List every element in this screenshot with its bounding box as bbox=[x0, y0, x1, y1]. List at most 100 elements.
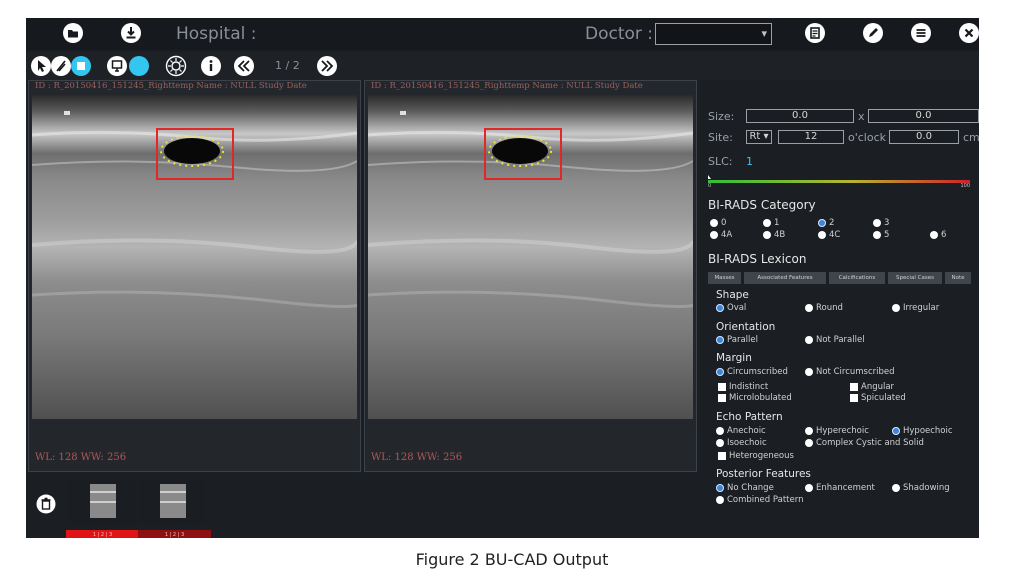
ultrasound-panel-right[interactable]: ID : R_20150416_151245_Righttemp Name : … bbox=[364, 80, 697, 472]
category-radio-4c[interactable]: 4C bbox=[818, 230, 840, 240]
shape-radio-oval[interactable]: Oval bbox=[716, 303, 746, 313]
site-distance-field[interactable]: 0.0 bbox=[889, 130, 959, 144]
category-radio-4a[interactable]: 4A bbox=[710, 230, 732, 240]
shape-title: Shape bbox=[716, 289, 749, 301]
category-radio-4b[interactable]: 4B bbox=[763, 230, 785, 240]
radio-icon bbox=[805, 439, 813, 447]
tab-special-cases[interactable]: Special Cases bbox=[888, 272, 942, 284]
print-icon[interactable] bbox=[804, 22, 826, 44]
close-icon[interactable] bbox=[958, 22, 979, 44]
radio-icon bbox=[805, 368, 813, 376]
cad-analyze-icon[interactable] bbox=[128, 55, 150, 77]
caliper-tool-icon[interactable] bbox=[50, 55, 72, 77]
margin-check-microlobulated[interactable]: Microlobulated bbox=[718, 393, 792, 403]
thumbnail-2[interactable] bbox=[138, 480, 206, 524]
echo-pattern-title: Echo Pattern bbox=[716, 411, 783, 423]
size-label: Size: bbox=[708, 110, 735, 123]
category-radio-0[interactable]: 0 bbox=[710, 218, 726, 228]
category-radio-3[interactable]: 3 bbox=[873, 218, 889, 228]
checkbox-icon bbox=[718, 383, 726, 391]
pointer-tool-icon[interactable] bbox=[30, 55, 52, 77]
scale-min-label: 0 bbox=[708, 183, 712, 189]
previous-page-icon[interactable] bbox=[233, 55, 255, 77]
site-label: Site: bbox=[708, 131, 733, 144]
category-radio-2[interactable]: 2 bbox=[818, 218, 834, 228]
ultrasound-image[interactable] bbox=[32, 95, 357, 439]
tab-calcifications[interactable]: Calcifications bbox=[829, 272, 885, 284]
radio-icon bbox=[892, 484, 900, 492]
orientation-radio-parallel[interactable]: Parallel bbox=[716, 335, 758, 345]
tab-associated-features[interactable]: Associated Features bbox=[744, 272, 826, 284]
size-width-field[interactable]: 0.0 bbox=[746, 109, 854, 123]
size-height-field[interactable]: 0.0 bbox=[868, 109, 979, 123]
site-side-select[interactable]: Rt ▾ bbox=[746, 130, 772, 144]
echo-radio-isoechoic[interactable]: Isoechoic bbox=[716, 438, 767, 448]
posterior-radio-combined-pattern[interactable]: Combined Pattern bbox=[716, 495, 803, 505]
monitor-icon[interactable] bbox=[106, 55, 128, 77]
margin-radio-circumscribed[interactable]: Circumscribed bbox=[716, 367, 788, 377]
figure-caption: Figure 2 BU-CAD Output bbox=[415, 550, 609, 569]
radio-icon bbox=[763, 219, 771, 227]
category-radio-6[interactable]: 6 bbox=[930, 230, 946, 240]
window-level-text: WL: 128 WW: 256 bbox=[35, 452, 127, 463]
radio-selected-icon bbox=[716, 368, 724, 376]
download-icon[interactable] bbox=[120, 22, 142, 44]
open-folder-icon[interactable] bbox=[62, 22, 84, 44]
tool-bar: 1 / 2 bbox=[26, 52, 979, 80]
margin-radio-not-circumscribed[interactable]: Not Circumscribed bbox=[805, 367, 895, 377]
margin-check-angular[interactable]: Angular bbox=[850, 382, 894, 392]
posterior-features-title: Posterior Features bbox=[716, 468, 811, 480]
birads-category-title: BI-RADS Category bbox=[708, 198, 816, 212]
category-radio-1[interactable]: 1 bbox=[763, 218, 779, 228]
ultrasound-image[interactable] bbox=[368, 95, 693, 439]
posterior-radio-enhancement[interactable]: Enhancement bbox=[805, 483, 875, 493]
top-bar: Hospital : Doctor : ▾ bbox=[26, 18, 979, 50]
next-page-icon[interactable] bbox=[316, 55, 338, 77]
info-icon[interactable] bbox=[200, 55, 222, 77]
tab-masses[interactable]: Masses bbox=[708, 272, 741, 284]
shape-radio-round[interactable]: Round bbox=[805, 303, 843, 313]
site-clock-field[interactable]: 12 bbox=[778, 130, 844, 144]
margin-check-indistinct[interactable]: Indistinct bbox=[718, 382, 768, 392]
bu-cad-window: Hospital : Doctor : ▾ 1 / 2 ID: R_20150… bbox=[26, 18, 979, 538]
edit-icon[interactable] bbox=[862, 22, 884, 44]
clock-label: o'clock bbox=[848, 131, 887, 144]
radio-icon bbox=[805, 304, 813, 312]
menu-icon[interactable] bbox=[910, 22, 932, 44]
thumbnail-1[interactable] bbox=[68, 480, 136, 524]
radio-selected-icon bbox=[716, 336, 724, 344]
trash-icon[interactable] bbox=[36, 494, 56, 514]
scale-max-label: 100 bbox=[960, 183, 970, 189]
hospital-label: Hospital : bbox=[176, 24, 257, 44]
margin-check-spiculated[interactable]: Spiculated bbox=[850, 393, 906, 403]
echo-radio-anechoic[interactable]: Anechoic bbox=[716, 426, 766, 436]
roi-tool-icon[interactable] bbox=[70, 55, 92, 77]
echo-radio-hypoechoic[interactable]: Hypoechoic bbox=[892, 426, 953, 436]
radio-icon bbox=[805, 427, 813, 435]
info-panel: Size: 0.0 x 0.0 Site: Rt ▾ 12 o'clock 0.… bbox=[705, 80, 979, 538]
thumbnail-1-bar[interactable]: 1 | 2 | 3 bbox=[66, 530, 139, 538]
site-unit-label: cm bbox=[963, 131, 979, 144]
category-radio-5[interactable]: 5 bbox=[873, 230, 889, 240]
settings-icon[interactable] bbox=[165, 55, 187, 77]
checkbox-icon bbox=[850, 394, 858, 402]
radio-icon bbox=[763, 231, 771, 239]
posterior-radio-no-change[interactable]: No Change bbox=[716, 483, 774, 493]
doctor-select[interactable]: ▾ bbox=[655, 23, 772, 45]
slc-scale[interactable]: 0 100 bbox=[705, 174, 970, 190]
posterior-radio-shadowing[interactable]: Shadowing bbox=[892, 483, 950, 493]
echo-radio-complex-cystic-solid[interactable]: Complex Cystic and Solid bbox=[805, 438, 924, 448]
radio-icon bbox=[710, 231, 718, 239]
echo-check-heterogeneous[interactable]: Heterogeneous bbox=[718, 451, 794, 461]
doctor-label: Doctor : bbox=[585, 24, 654, 44]
echo-radio-hyperechoic[interactable]: Hyperechoic bbox=[805, 426, 869, 436]
shape-radio-irregular[interactable]: Irregular bbox=[892, 303, 939, 313]
orientation-radio-not-parallel[interactable]: Not Parallel bbox=[805, 335, 865, 345]
thumbnail-2-bar[interactable]: 1 | 2 | 3 bbox=[138, 530, 211, 538]
radio-icon bbox=[873, 231, 881, 239]
ultrasound-panel-left[interactable]: ID : R_20150416_151245_Righttemp Name : … bbox=[28, 80, 361, 472]
tab-note[interactable]: Note bbox=[945, 272, 971, 284]
orientation-title: Orientation bbox=[716, 321, 776, 333]
site-side-value: Rt bbox=[749, 131, 761, 142]
chevron-down-icon: ▾ bbox=[760, 131, 769, 142]
